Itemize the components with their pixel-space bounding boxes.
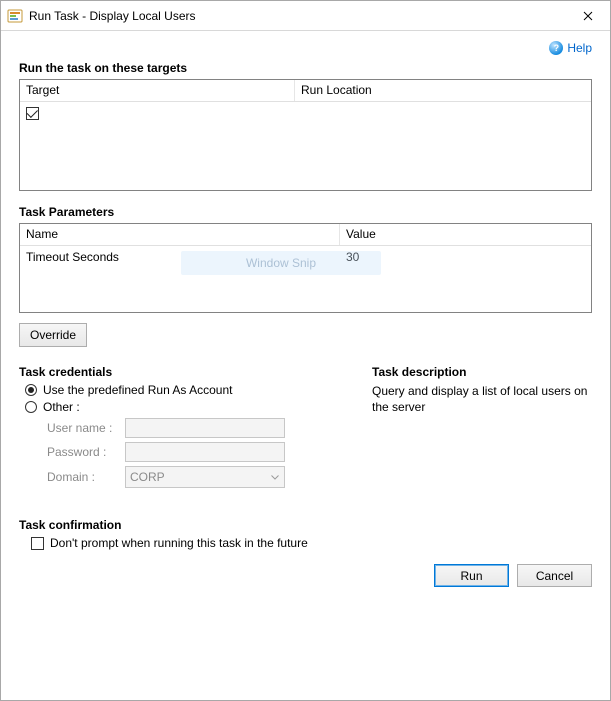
override-button[interactable]: Override: [19, 323, 87, 347]
domain-value: CORP: [130, 470, 165, 484]
col-target[interactable]: Target: [20, 80, 295, 101]
parameters-columns: Name Value: [20, 224, 591, 246]
help-row: ? Help: [19, 41, 592, 55]
password-label: Password :: [47, 445, 119, 459]
credentials-header: Task credentials: [19, 365, 342, 379]
run-button[interactable]: Run: [434, 564, 509, 587]
dont-prompt-label: Don't prompt when running this task in t…: [50, 536, 308, 550]
col-value[interactable]: Value: [340, 224, 591, 245]
description-section: Task description Query and display a lis…: [372, 365, 592, 492]
domain-row: Domain : CORP: [47, 466, 342, 488]
domain-label: Domain :: [47, 470, 119, 484]
app-icon: [7, 8, 23, 24]
chevron-down-icon: [266, 467, 284, 487]
domain-combo[interactable]: CORP: [125, 466, 285, 488]
credential-fields: User name : Password : Domain : CORP: [47, 418, 342, 488]
window-title: Run Task - Display Local Users: [29, 9, 565, 23]
password-field[interactable]: [125, 442, 285, 462]
username-label: User name :: [47, 421, 119, 435]
param-value-cell: 30: [340, 250, 365, 264]
targets-header: Run the task on these targets: [19, 61, 592, 75]
cancel-button[interactable]: Cancel: [517, 564, 592, 587]
table-row[interactable]: Timeout Seconds 30: [20, 248, 591, 266]
col-run-location[interactable]: Run Location: [295, 80, 591, 101]
dont-prompt-checkbox[interactable]: [31, 537, 44, 550]
table-row[interactable]: [20, 104, 591, 122]
help-link[interactable]: Help: [567, 41, 592, 55]
targets-body: [20, 102, 591, 124]
confirmation-section: Task confirmation Don't prompt when runn…: [19, 518, 592, 550]
radio-other-row[interactable]: Other :: [25, 400, 342, 414]
username-field[interactable]: [125, 418, 285, 438]
close-button[interactable]: [565, 1, 610, 30]
radio-other[interactable]: [25, 401, 37, 413]
confirmation-row[interactable]: Don't prompt when running this task in t…: [25, 536, 592, 550]
param-name-cell: Timeout Seconds: [20, 250, 340, 264]
parameters-header: Task Parameters: [19, 205, 592, 219]
password-row: Password :: [47, 442, 342, 462]
dialog-buttons: Run Cancel: [19, 564, 592, 587]
titlebar: Run Task - Display Local Users: [1, 1, 610, 31]
username-row: User name :: [47, 418, 342, 438]
credentials-description-row: Task credentials Use the predefined Run …: [19, 365, 592, 492]
close-icon: [583, 11, 593, 21]
confirmation-header: Task confirmation: [19, 518, 592, 532]
description-text: Query and display a list of local users …: [372, 383, 592, 415]
radio-other-label: Other :: [43, 400, 80, 414]
description-header: Task description: [372, 365, 592, 379]
target-checkbox[interactable]: [26, 107, 39, 120]
radio-predefined-row[interactable]: Use the predefined Run As Account: [25, 383, 342, 397]
help-icon: ?: [549, 41, 563, 55]
col-name[interactable]: Name: [20, 224, 340, 245]
targets-columns: Target Run Location: [20, 80, 591, 102]
targets-list[interactable]: Target Run Location: [19, 79, 592, 191]
parameters-body: Timeout Seconds 30: [20, 246, 591, 268]
radio-predefined[interactable]: [25, 384, 37, 396]
client-area: ? Help Run the task on these targets Tar…: [1, 31, 610, 700]
radio-predefined-label: Use the predefined Run As Account: [43, 383, 232, 397]
credentials-section: Task credentials Use the predefined Run …: [19, 365, 342, 492]
parameters-list[interactable]: Name Value Timeout Seconds 30: [19, 223, 592, 313]
run-task-dialog: Run Task - Display Local Users ? Help Ru…: [0, 0, 611, 701]
